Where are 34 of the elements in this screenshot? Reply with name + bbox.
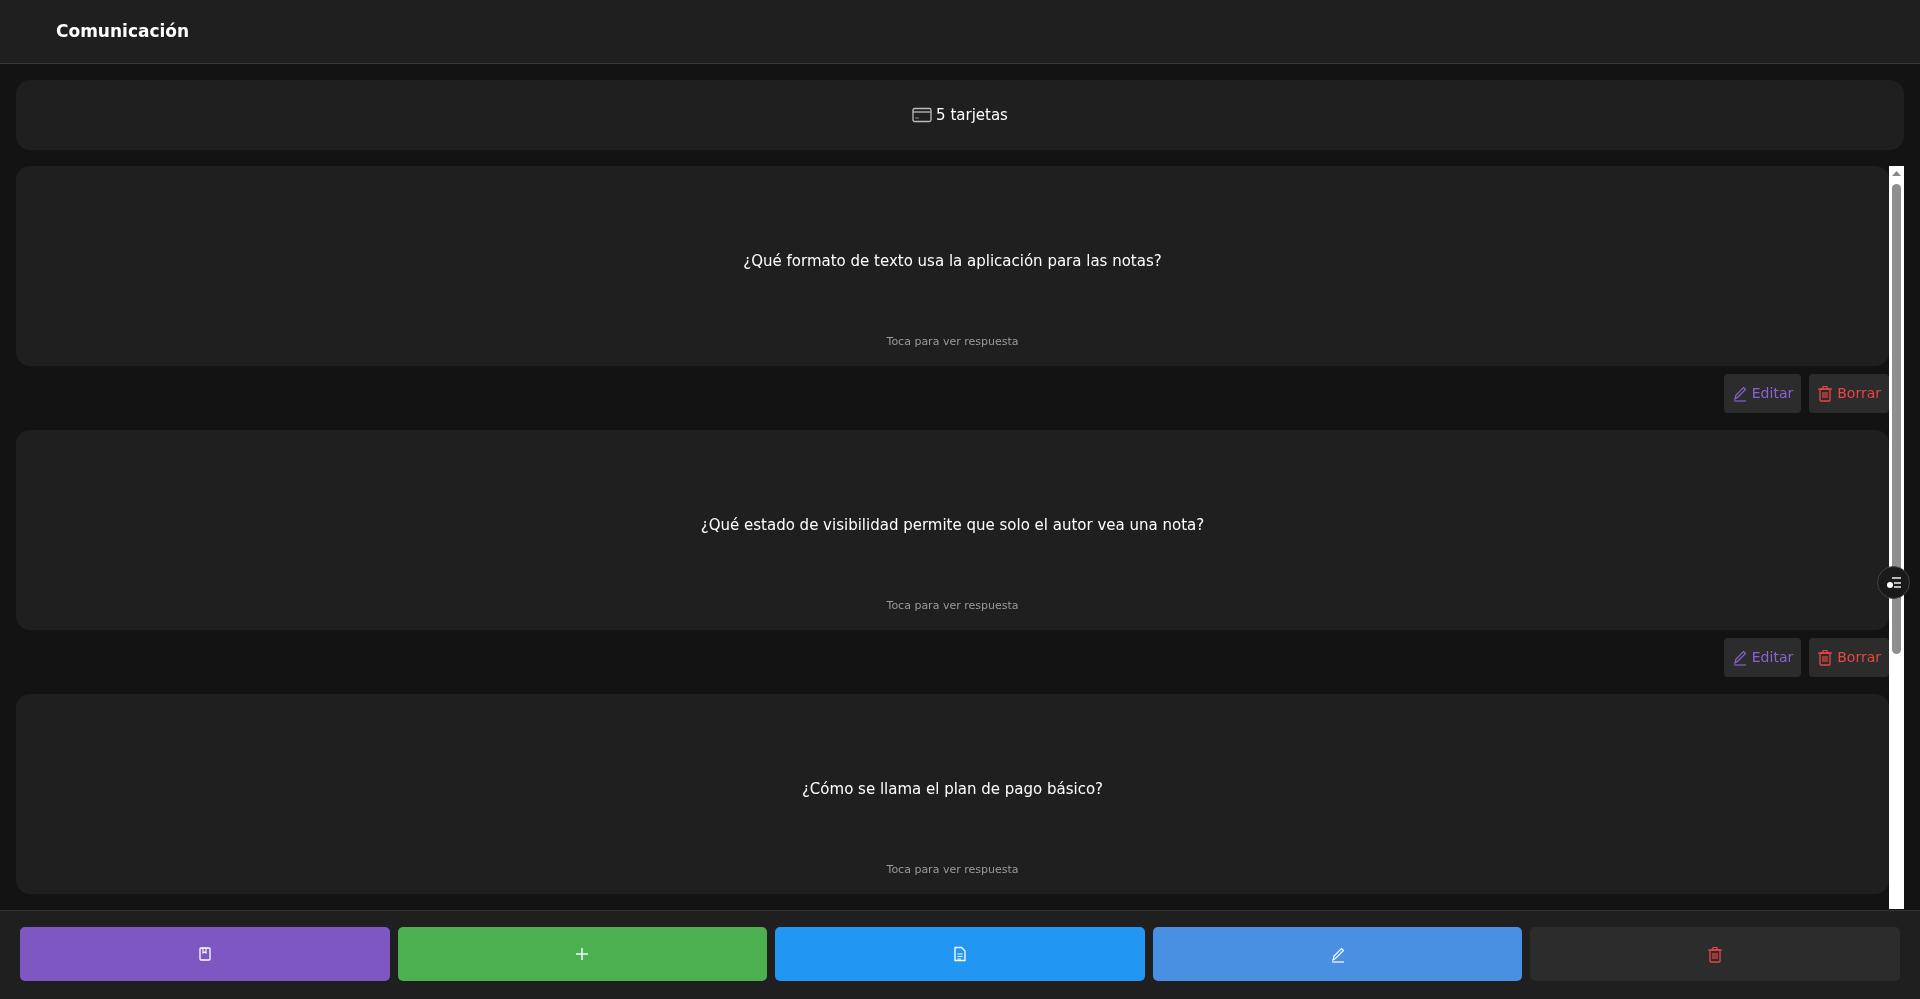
question-text: ¿Qué estado de visibilidad permite que solo el autor vea una nota? [700,515,1205,536]
pencil-icon [1731,385,1748,402]
delete-button[interactable] [1530,927,1900,981]
add-button[interactable] [397,927,768,981]
trash-icon [1707,945,1724,963]
tap-hint: Toca para ver respuesta [886,333,1019,350]
scrollbar[interactable] [1889,166,1904,909]
question-text: ¿Cómo se llama el plan de pago básico? [801,779,1104,800]
tap-hint: Toca para ver respuesta [886,861,1019,878]
scroll-up-arrow-icon[interactable] [1892,170,1901,176]
flashcard[interactable]: ¿Qué formato de texto usa la aplicación para las notas? Toca para ver respuesta [16,166,1889,366]
document-button[interactable] [775,927,1145,981]
delete-button[interactable]: Borrar [1809,638,1889,677]
save-button[interactable] [20,927,390,981]
flashcard[interactable]: ¿Cómo se llama el plan de pago básico? Toca para ver respuesta [16,694,1889,894]
delete-button[interactable]: Borrar [1809,374,1889,413]
pencil-icon [1731,649,1748,666]
question-text: ¿Qué formato de texto usa la aplicación para las notas? [743,251,1162,272]
scrollbar-thumb[interactable] [1892,184,1901,654]
book-icon [196,945,213,963]
page-title: Comunicación [56,19,190,43]
card-count: 5 tarjetas [936,104,1008,126]
trash-icon [1817,385,1834,402]
edit-button[interactable]: Editar [1723,638,1802,677]
edit-button[interactable]: Editar [1723,374,1802,413]
document-icon [952,945,968,963]
list-filter-icon [1885,576,1902,589]
trash-icon [1817,649,1834,666]
edit-button[interactable] [1152,927,1523,981]
plus-icon [574,945,591,963]
flashcard[interactable]: ¿Qué estado de visibilidad permite que solo el autor vea una nota? Toca para ver respuesta [16,430,1889,630]
pencil-icon [1329,945,1346,963]
tap-hint: Toca para ver respuesta [886,597,1019,614]
card-icon [912,107,933,123]
